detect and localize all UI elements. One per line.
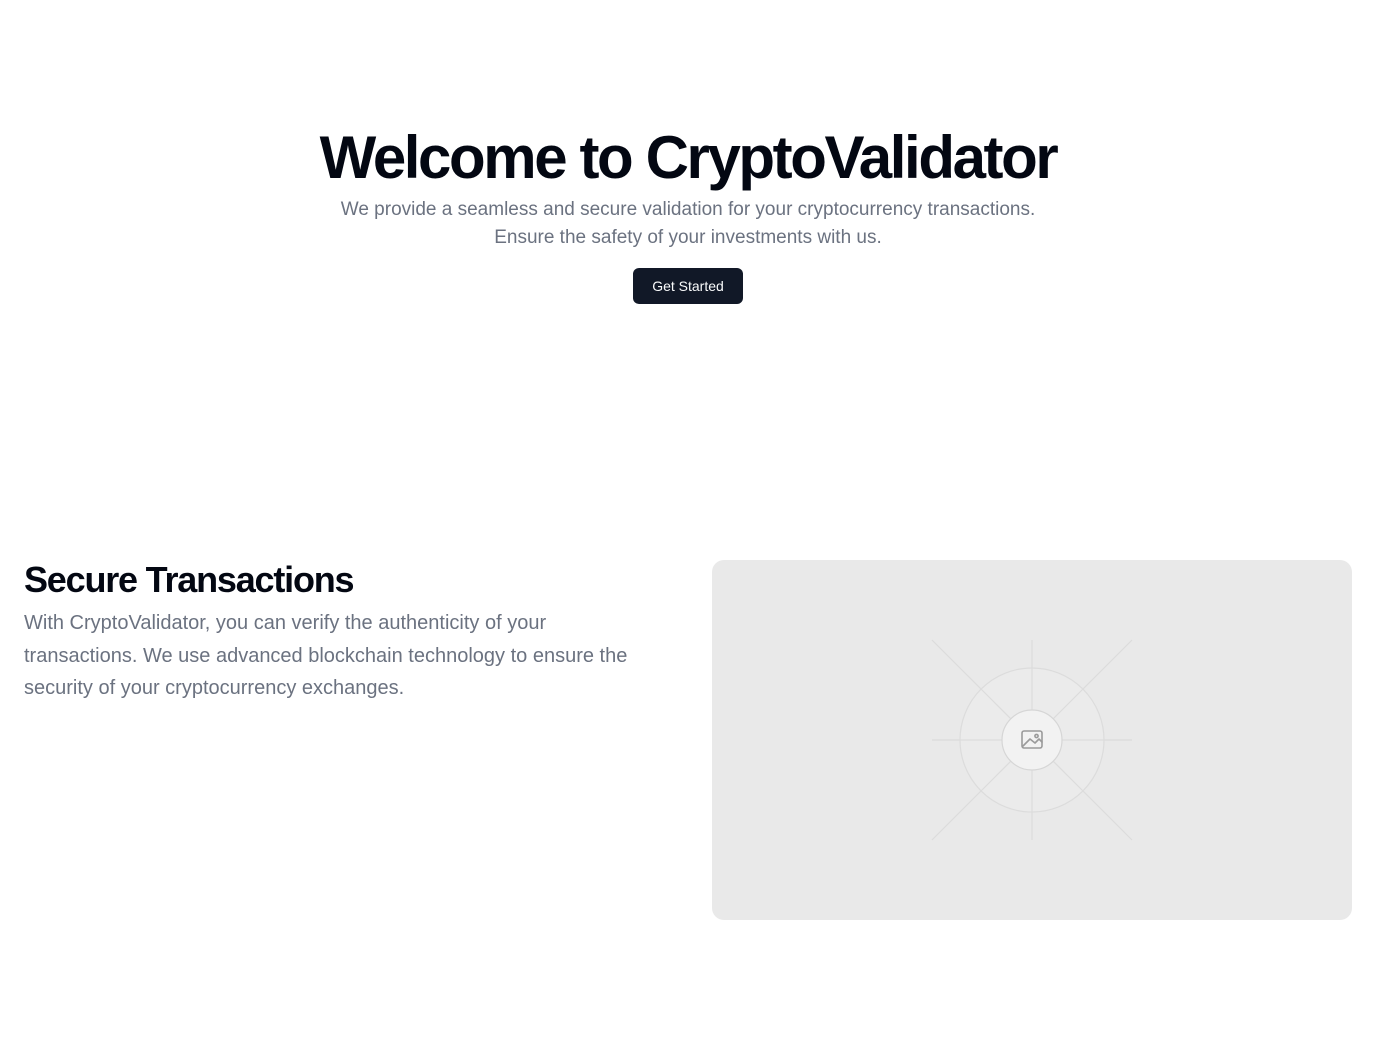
feature-description: With CryptoValidator, you can verify the… — [24, 612, 628, 699]
placeholder-graphic — [931, 639, 1133, 841]
get-started-button[interactable]: Get Started — [633, 268, 743, 304]
hero-title: Welcome to CryptoValidator — [319, 124, 1059, 191]
feature-title: Secure Transactions — [24, 559, 355, 600]
feature-image-placeholder — [712, 560, 1352, 920]
landing-page: Welcome to CryptoValidator We provide a … — [0, 0, 1376, 1048]
hero-subtitle: We provide a seamless and secure validat… — [340, 199, 1036, 248]
